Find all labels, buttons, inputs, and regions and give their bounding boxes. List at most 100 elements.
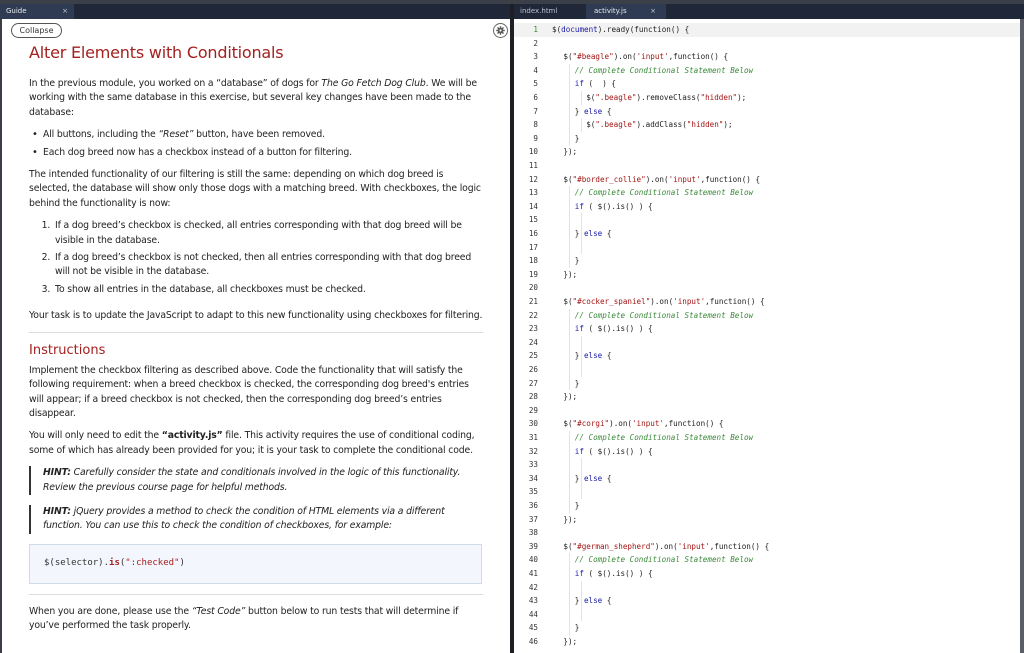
code-text: });: [563, 637, 578, 646]
guide-article: Alter Elements with Conditionals In the …: [29, 43, 485, 642]
code-text: $("#beagle").on('input',function() {: [563, 52, 729, 62]
code-line[interactable]: 31 // Complete Conditional Statement Belo…: [514, 431, 1020, 445]
code-line[interactable]: 9}: [514, 132, 1020, 146]
code-line[interactable]: 8 $(".beagle").addClass("hidden");: [514, 118, 1020, 132]
instructions-paragraph: Implement the checkbox filtering as desc…: [29, 364, 469, 419]
indent-guide: [569, 553, 571, 635]
code-line[interactable]: 19});: [514, 268, 1020, 282]
code-line[interactable]: 11: [514, 159, 1020, 173]
code-line[interactable]: 24: [514, 336, 1020, 350]
code-line[interactable]: 21 $("#cocker_spaniel").on('input',functi…: [514, 295, 1020, 309]
hint-block: HINT: jQuery provides a method to check …: [29, 504, 485, 534]
code-line[interactable]: 22 // Complete Conditional Statement Belo…: [514, 309, 1020, 323]
file-name: “activity.js”: [161, 430, 223, 442]
code-text: $("#cocker_spaniel").on('input',function…: [563, 297, 765, 306]
list-item: Each dog breed now has a checkbox instea…: [32, 146, 485, 161]
collapse-button[interactable]: Collapse: [11, 23, 62, 38]
guide-tab-bar: Guide ×: [0, 4, 512, 19]
line-number: 4: [533, 65, 538, 75]
code-line[interactable]: 18}: [514, 254, 1020, 268]
line-number: 18: [528, 256, 538, 266]
code-editor[interactable]: 1 $(document).ready(function() {2 3 $("#bea…: [514, 19, 1020, 653]
code-line[interactable]: 2: [514, 37, 1020, 51]
line-number: 45: [528, 623, 538, 633]
tab-guide-label: Guide: [6, 7, 27, 15]
code-line[interactable]: 46});: [514, 635, 1020, 649]
tab-activity-js[interactable]: activity.js ×: [586, 4, 666, 19]
code-line[interactable]: 44: [514, 608, 1020, 622]
line-number: 35: [528, 487, 538, 497]
line-number: 27: [528, 378, 538, 388]
editor-scrollbar[interactable]: [1020, 19, 1024, 653]
tab-guide[interactable]: Guide ×: [0, 4, 74, 19]
code-line[interactable]: 25} else {: [514, 349, 1020, 363]
list-item: To show all entries in the database, all…: [53, 283, 485, 297]
code-line[interactable]: 32 if ( $().is() ) {: [514, 445, 1020, 459]
bullet-text: All buttons, including the: [43, 129, 159, 141]
code-line[interactable]: 42: [514, 581, 1020, 595]
code-text: } else {: [574, 106, 612, 116]
code-line[interactable]: 34} else {: [514, 472, 1020, 486]
code-line[interactable]: 23 if ( $().is() ) {: [514, 322, 1020, 336]
guide-content-panel: Collapse Alter Elements with Conditional…: [0, 19, 510, 653]
bullet-emphasis: “Reset”: [158, 129, 194, 141]
list-item: If a dog breed’s checkbox is checked, al…: [53, 219, 485, 248]
code-line[interactable]: 43} else {: [514, 594, 1020, 608]
code-line[interactable]: 38: [514, 526, 1020, 540]
code-method: is: [109, 557, 120, 568]
code-text: $("#border_collie").on('input',function(…: [563, 174, 761, 184]
indent-guide: [580, 91, 582, 105]
code-line[interactable]: 26: [514, 363, 1020, 377]
bullet-text: Each dog breed now has a checkbox instea…: [43, 146, 352, 158]
code-line[interactable]: 36}: [514, 499, 1020, 513]
code-line[interactable]: 33: [514, 458, 1020, 472]
close-icon[interactable]: ×: [650, 4, 656, 19]
code-line[interactable]: 29: [514, 404, 1020, 418]
code-line[interactable]: 20: [514, 281, 1020, 295]
code-line[interactable]: 40 // Complete Conditional Statement Belo…: [514, 553, 1020, 567]
line-number: 20: [528, 283, 538, 293]
close-icon[interactable]: ×: [62, 4, 68, 19]
line-number: 13: [528, 188, 538, 198]
bullet-text-end: button, have been removed.: [193, 129, 325, 141]
code-line[interactable]: 37});: [514, 513, 1020, 527]
code-line[interactable]: 5 if ( ) {: [514, 77, 1020, 91]
code-text: });: [563, 269, 578, 279]
line-number: 17: [528, 242, 538, 252]
code-line[interactable]: 4 // Complete Conditional Statement Below: [514, 64, 1020, 78]
code-line[interactable]: 15: [514, 213, 1020, 227]
code-line[interactable]: 39 $("#german_shepherd").on('input',funct…: [514, 540, 1020, 554]
code-line[interactable]: 30 $("#corgi").on('input',function() {: [514, 417, 1020, 431]
test-code-label: “Test Code”: [191, 605, 246, 617]
code-line[interactable]: 12 $("#border_collie").on('input',functio…: [514, 173, 1020, 187]
code-line[interactable]: 35: [514, 485, 1020, 499]
code-line[interactable]: 14 if ( $().is() ) {: [514, 200, 1020, 214]
code-line[interactable]: 17: [514, 241, 1020, 255]
code-line[interactable]: 7} else {: [514, 105, 1020, 119]
code-line[interactable]: 6 $(".beagle").removeClass("hidden");: [514, 91, 1020, 105]
code-text: // Complete Conditional Statement Below: [574, 65, 754, 75]
code-text: }: [574, 133, 580, 143]
code-text: // Complete Conditional Statement Below: [574, 433, 754, 442]
indent-guide: [569, 63, 571, 146]
code-line[interactable]: 28});: [514, 390, 1020, 404]
code-text: }: [574, 501, 580, 510]
indent-guide: [580, 335, 582, 377]
code-line[interactable]: 27}: [514, 377, 1020, 391]
gear-icon[interactable]: [493, 23, 508, 38]
code-line[interactable]: 13 // Complete Conditional Statement Belo…: [514, 186, 1020, 200]
code-paren: ): [179, 557, 185, 568]
tab-index-html[interactable]: index.html: [514, 4, 586, 19]
code-text: });: [563, 514, 578, 524]
code-text: }: [574, 623, 580, 633]
code-line[interactable]: 41 if ( $().is() ) {: [514, 567, 1020, 581]
line-number: 28: [528, 392, 538, 402]
code-line[interactable]: 1 $(document).ready(function() {: [514, 23, 1020, 37]
code-line[interactable]: 3 $("#beagle").on('input',function() {: [514, 50, 1020, 64]
code-line[interactable]: 10});: [514, 145, 1020, 159]
indent-guide: [580, 213, 582, 255]
code-line[interactable]: 45}: [514, 621, 1020, 635]
line-number: 34: [528, 473, 538, 483]
code-line[interactable]: 16} else {: [514, 227, 1020, 241]
app-window: Guide × Collapse Alter Elements with Con…: [0, 0, 1024, 653]
